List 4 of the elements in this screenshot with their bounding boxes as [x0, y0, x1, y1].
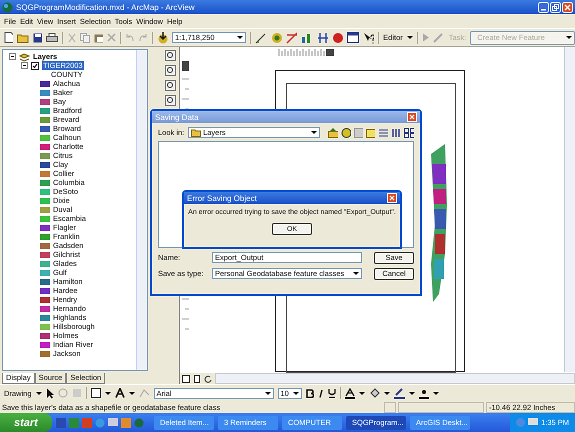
start-button[interactable]: start — [0, 413, 52, 432]
window-title: SQGProgramModification.mxd - ArcMap - ArcView — [16, 2, 196, 12]
dialog-title: Error Saving Object — [187, 194, 257, 202]
dialog-title: Saving Data — [155, 112, 199, 122]
